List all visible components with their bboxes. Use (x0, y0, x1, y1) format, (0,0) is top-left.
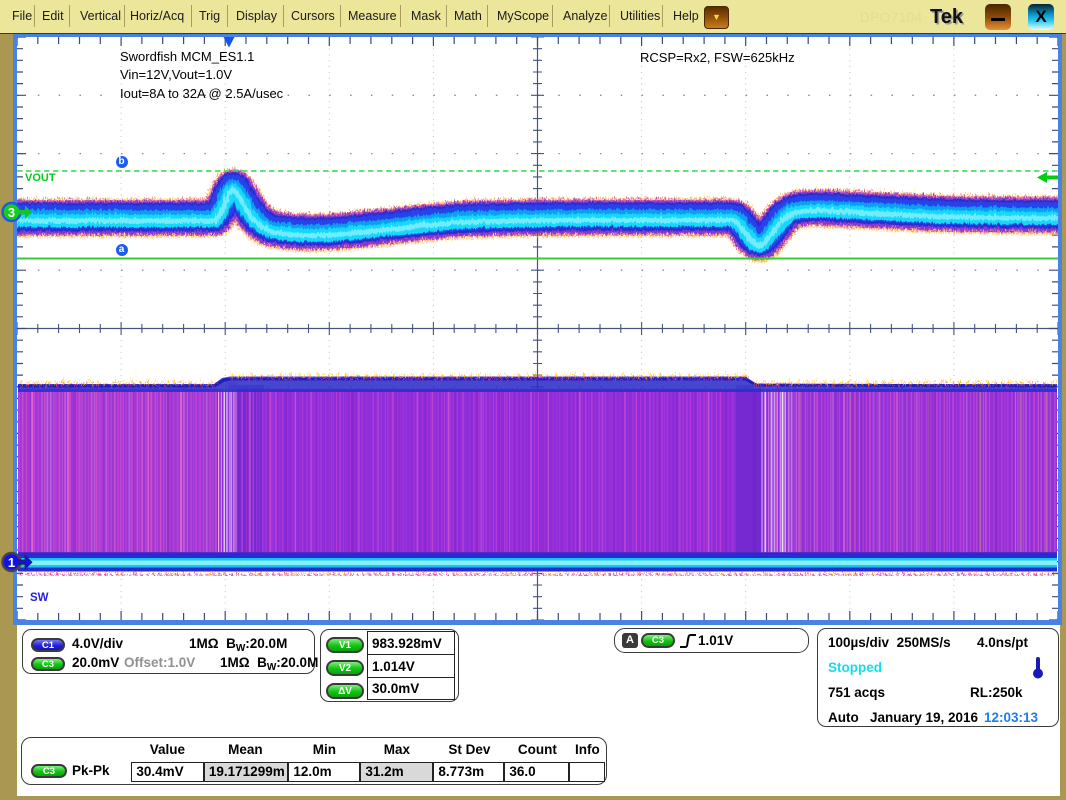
svg-text:1: 1 (8, 555, 15, 570)
svg-text:3: 3 (8, 205, 15, 220)
